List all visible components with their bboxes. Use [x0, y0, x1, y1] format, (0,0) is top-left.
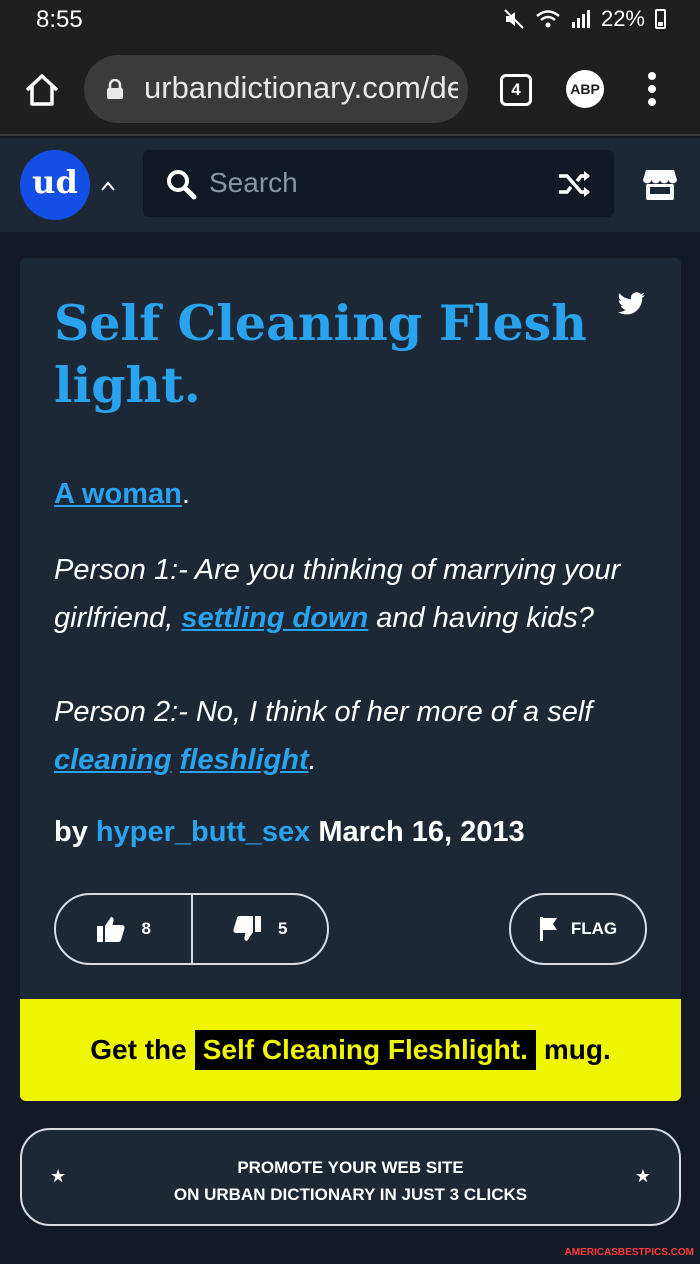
tab-switcher-button[interactable]: 4 [500, 74, 532, 106]
post-date: March 16, 2013 [318, 816, 525, 848]
promote-line-1: PROMOTE YOUR WEB SITE [237, 1158, 464, 1177]
wifi-icon [536, 10, 560, 28]
definition-meaning: A woman. [54, 478, 190, 511]
mug-banner[interactable]: Get the Self Cleaning Fleshlight. mug. [20, 999, 681, 1101]
upvote-button[interactable]: 8 [56, 895, 191, 963]
ud-logo[interactable]: ud [20, 150, 90, 220]
battery-percent: 22% [600, 6, 645, 31]
example-line-1-suffix: and having kids? [368, 602, 594, 634]
status-icons: 22% [503, 6, 666, 32]
mug-prefix: Get the [90, 1034, 187, 1065]
promote-text: PROMOTE YOUR WEB SITE ON URBAN DICTIONAR… [22, 1154, 679, 1208]
flag-label: FLAG [570, 919, 618, 938]
store-icon[interactable] [642, 166, 678, 204]
star-icon: ★ [634, 1166, 651, 1186]
search-icon[interactable] [165, 168, 197, 200]
search-box [143, 150, 614, 217]
example-line-2-suffix: . [308, 744, 317, 776]
signal-icon [571, 10, 590, 28]
upvote-count: 8 [141, 919, 151, 938]
promote-line-2: ON URBAN DICTIONARY IN JUST 3 CLICKS [173, 1185, 528, 1204]
status-time: 8:55 [36, 6, 83, 33]
byline: by hyper_butt_sex March 16, 2013 [54, 816, 525, 849]
definition-card: Self Cleaning Fleshlight. A woman. Perso… [20, 258, 681, 1101]
site-header: ud [0, 138, 700, 232]
downvote-button[interactable]: 5 [193, 895, 328, 963]
mute-icon [504, 9, 524, 29]
meaning-link[interactable]: A woman [54, 478, 182, 510]
vote-group: 8 5 [54, 893, 329, 965]
meaning-suffix: . [181, 478, 190, 510]
mug-word: Self Cleaning Fleshlight. [194, 1030, 536, 1070]
lock-icon [107, 79, 123, 99]
fleshlight-link[interactable]: fleshlight [180, 744, 309, 776]
battery-icon [655, 9, 666, 29]
byline-prefix: by [54, 816, 96, 848]
flag-button[interactable]: FLAG [509, 893, 647, 965]
thumbs-up-icon [96, 917, 125, 942]
downvote-count: 5 [278, 919, 288, 938]
more-menu-icon[interactable] [644, 72, 660, 110]
shuffle-icon[interactable] [557, 168, 593, 200]
author-link[interactable]: hyper_butt_sex [96, 816, 310, 848]
example-line-2: Person 2:- No, I think of her more of a … [54, 688, 654, 784]
twitter-icon[interactable] [616, 292, 646, 318]
url-text: urbandictionary.com/de [144, 70, 458, 105]
thumbs-down-icon [233, 916, 262, 941]
example-line-2-space [172, 744, 180, 776]
promote-banner[interactable]: ★ PROMOTE YOUR WEB SITE ON URBAN DICTION… [20, 1128, 681, 1226]
example-line-1: Person 1:- Are you thinking of marrying … [54, 546, 654, 642]
definition-example: Person 1:- Are you thinking of marrying … [54, 546, 654, 830]
word-title[interactable]: Self Cleaning Fleshlight. [54, 292, 594, 416]
chevron-up-icon[interactable] [100, 180, 116, 192]
browser-toolbar: urbandictionary.com/de 4 ABP [0, 44, 700, 136]
status-bar: 8:55 22% [0, 0, 700, 44]
mug-suffix: mug. [543, 1034, 611, 1065]
home-icon[interactable] [22, 70, 62, 110]
flag-icon [539, 917, 557, 941]
cleaning-link[interactable]: cleaning [54, 744, 172, 776]
settling-down-link[interactable]: settling down [181, 602, 368, 634]
address-bar[interactable]: urbandictionary.com/de [84, 55, 468, 123]
adblock-button[interactable]: ABP [566, 70, 604, 108]
search-input[interactable] [209, 164, 539, 202]
example-line-2-prefix: Person 2:- No, I think of her more of a … [54, 696, 593, 728]
watermark: AMERICASBESTPICS.COM [564, 1247, 694, 1258]
